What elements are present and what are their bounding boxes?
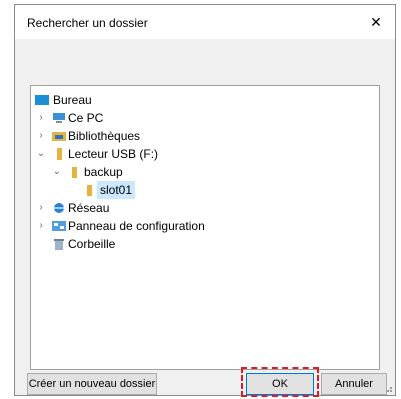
ok-button-highlight bbox=[241, 367, 319, 397]
recycle-bin-icon bbox=[54, 239, 64, 250]
chevron-down-icon[interactable]: ⌄ bbox=[35, 145, 47, 163]
control-panel-icon bbox=[52, 221, 66, 231]
tree-item-label: Réseau bbox=[68, 201, 110, 215]
chevron-right-icon[interactable]: › bbox=[35, 199, 47, 217]
resize-grip-icon[interactable] bbox=[383, 383, 393, 393]
tree-item-label: Panneau de configuration bbox=[68, 219, 205, 233]
tree-item-label: slot01 bbox=[97, 181, 136, 199]
folder-icon bbox=[72, 167, 77, 178]
computer-icon bbox=[53, 113, 65, 123]
tree-item-label: Ce PC bbox=[68, 111, 104, 125]
title-bar: Rechercher un dossier ✕ bbox=[15, 5, 395, 39]
folder-tree[interactable]: Bureau › Ce PC › Bibliothèques ⌄ Lecteur… bbox=[30, 85, 380, 370]
close-icon[interactable]: ✕ bbox=[363, 9, 389, 35]
chevron-right-icon[interactable]: › bbox=[35, 127, 47, 145]
chevron-down-icon[interactable]: ⌄ bbox=[51, 163, 63, 181]
tree-item-label: backup bbox=[84, 165, 123, 179]
libraries-icon bbox=[52, 132, 66, 141]
chevron-right-icon[interactable]: › bbox=[35, 217, 47, 235]
network-icon bbox=[54, 203, 64, 213]
tree-item-label: Bibliothèques bbox=[68, 129, 141, 143]
tree-item-label: Lecteur USB (F:) bbox=[68, 147, 159, 161]
new-folder-button[interactable]: Créer un nouveau dossier bbox=[27, 373, 157, 395]
tree-item-label: Bureau bbox=[53, 93, 92, 107]
usb-drive-icon bbox=[57, 148, 62, 160]
browse-folder-dialog: Rechercher un dossier ✕ Bureau › Ce PC › bbox=[14, 4, 396, 397]
tree-item-label: Corbeille bbox=[68, 237, 116, 251]
cancel-button[interactable]: Annuler bbox=[321, 373, 387, 395]
folder-icon bbox=[87, 185, 92, 196]
dialog-title: Rechercher un dossier bbox=[27, 16, 148, 30]
chevron-right-icon[interactable]: › bbox=[35, 109, 47, 127]
desktop-icon bbox=[35, 95, 49, 105]
